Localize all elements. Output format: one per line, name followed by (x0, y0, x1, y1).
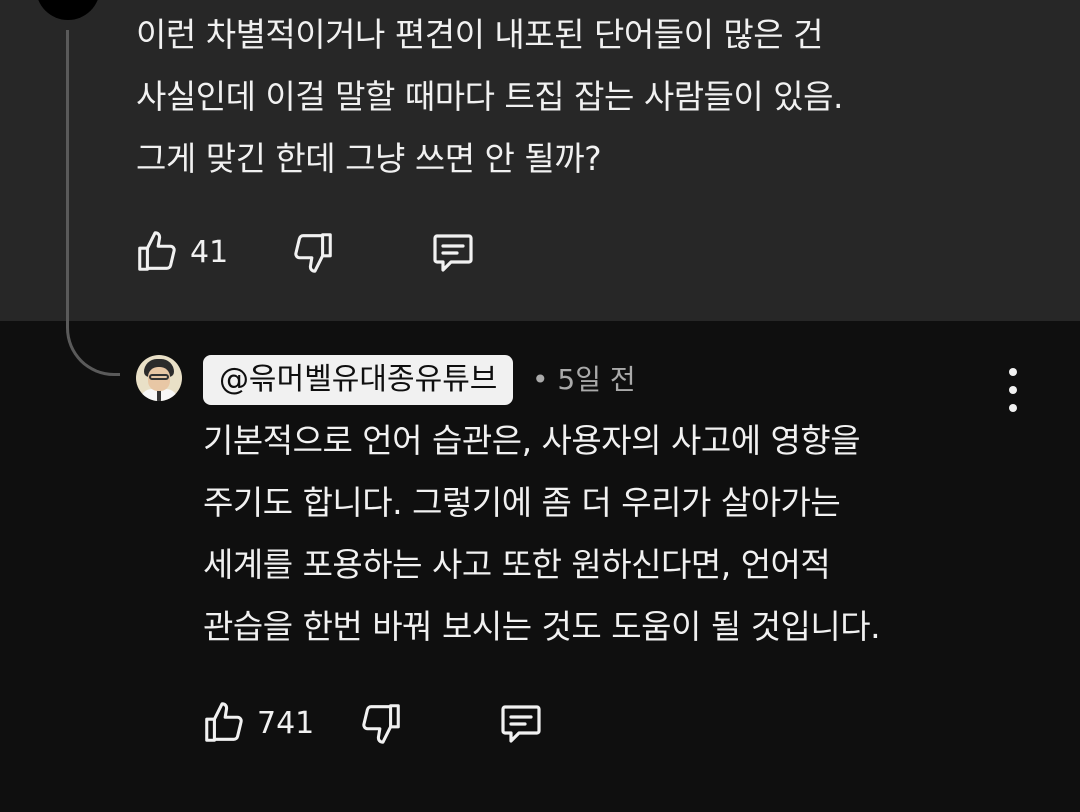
reply-like-count: 741 (257, 705, 315, 741)
reply-avatar[interactable] (136, 355, 182, 401)
reply-dislike-button[interactable] (358, 699, 404, 747)
more-vert-icon[interactable] (995, 368, 1031, 412)
parent-dislike-button[interactable] (290, 228, 336, 276)
reply-action-bar: 741 (201, 699, 546, 747)
parent-like-count: 41 (190, 234, 229, 270)
reply-author-chip[interactable]: @윾머벨유대종유튜브 (203, 355, 514, 405)
reply-like-button[interactable] (201, 699, 247, 747)
parent-like-button[interactable] (134, 228, 180, 276)
reply-timestamp: • 5일 전 (532, 363, 636, 396)
reply-reply-button[interactable] (496, 699, 546, 747)
parent-reply-button[interactable] (428, 228, 478, 276)
thumbs-down-icon (294, 233, 332, 273)
parent-action-bar: 41 (134, 228, 478, 276)
thumbs-down-icon (362, 704, 401, 744)
thumbs-up-icon (138, 231, 176, 271)
reply-comment-text: 기본적으로 언어 습관은, 사용자의 사고에 영향을 주기도 합니다. 그렇기에… (203, 421, 881, 646)
comment-reply-icon (433, 234, 473, 272)
parent-comment-text: 이런 차별적이거나 편견이 내포된 단어들이 많은 건 사실인데 이걸 말할 때… (136, 15, 843, 178)
comment-reply-icon (501, 705, 541, 743)
thread-connector-line (66, 30, 120, 376)
thumbs-up-icon (205, 702, 243, 742)
